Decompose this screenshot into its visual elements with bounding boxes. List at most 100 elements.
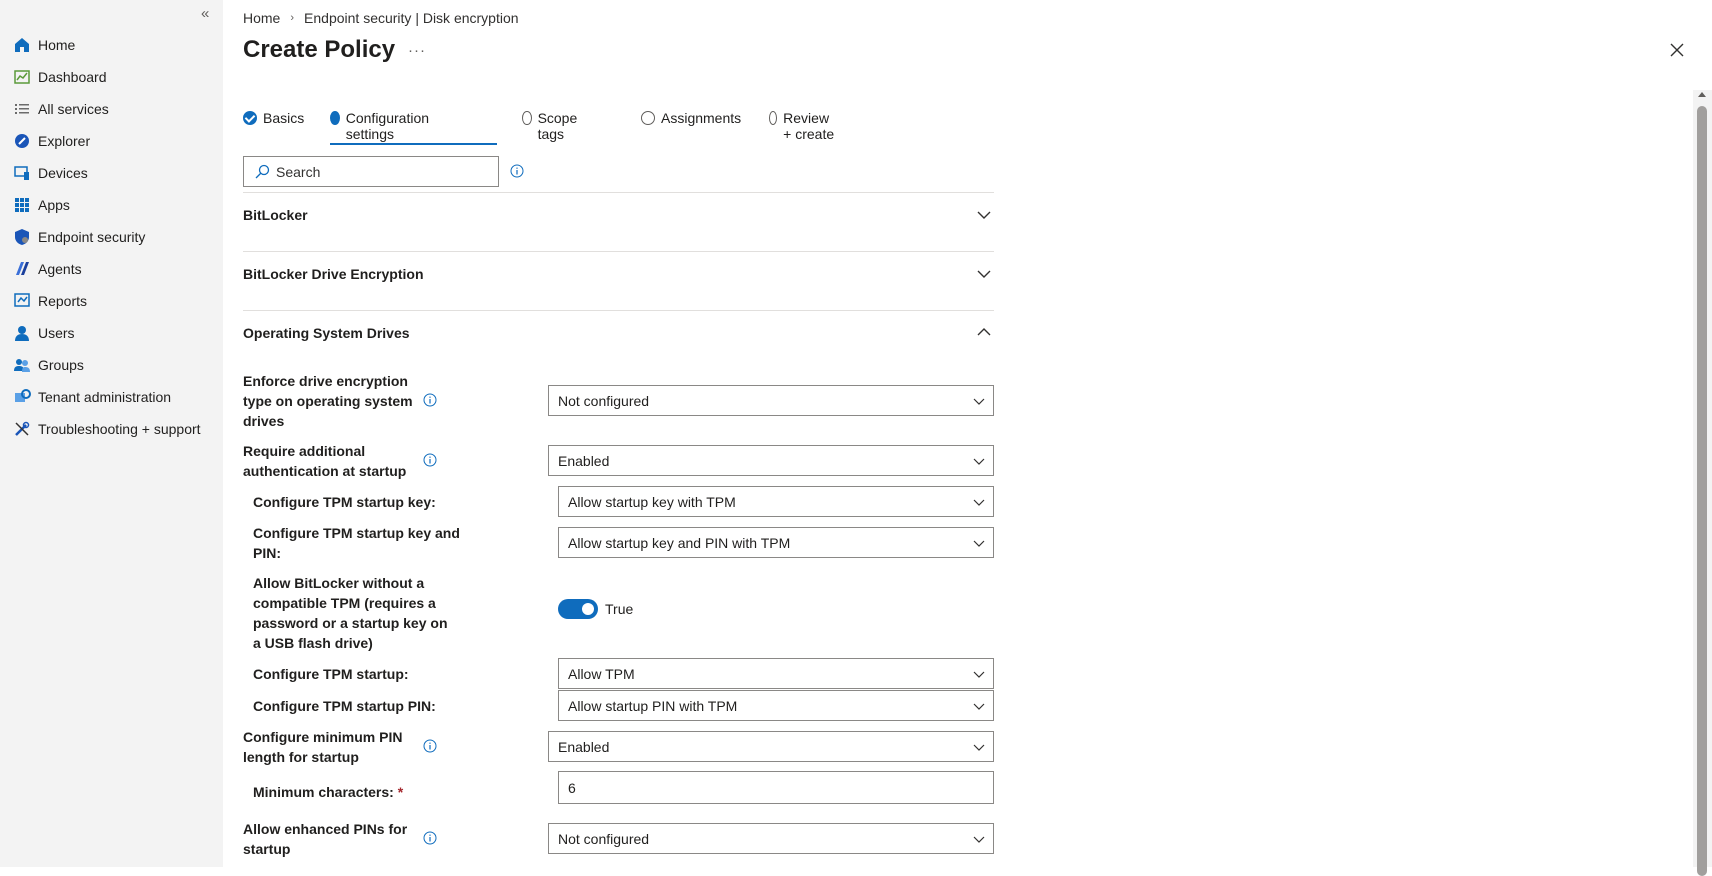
setting-label-enhanced-pins: Allow enhanced PINs for startup <box>243 821 408 857</box>
sidebar-item-groups[interactable]: Groups <box>0 349 223 381</box>
input-value: 6 <box>568 779 576 796</box>
tpm-startup-key-pin-dropdown[interactable]: Allow startup key and PIN with TPM <box>558 527 994 558</box>
info-icon[interactable] <box>423 739 437 753</box>
close-icon[interactable] <box>1667 40 1687 60</box>
sidebar-item-label: Reports <box>38 293 88 309</box>
main-content: Home › Endpoint security | Disk encrypti… <box>223 0 1693 867</box>
min-chars-input[interactable]: 6 <box>558 771 994 804</box>
tab-assignments[interactable]: Assignments <box>641 110 741 146</box>
sidebar-item-label: Tenant administration <box>38 389 172 405</box>
sidebar-item-label: Explorer <box>38 133 91 149</box>
page-title: Create Policy <box>243 36 396 63</box>
info-icon[interactable] <box>423 831 437 845</box>
tab-configuration-settings[interactable]: Configuration settings <box>330 110 433 146</box>
search-input[interactable]: Search <box>243 156 499 187</box>
dashboard-icon <box>13 68 31 86</box>
info-icon[interactable] <box>423 453 437 467</box>
reports-icon <box>13 292 31 310</box>
dropdown-value: Enabled <box>558 452 610 469</box>
dropdown-value: Allow TPM <box>568 665 635 682</box>
sidebar-item-troubleshooting[interactable]: Troubleshooting + support <box>0 413 223 445</box>
devices-icon <box>13 164 31 182</box>
tpm-startup-key-dropdown[interactable]: Allow startup key with TPM <box>558 486 994 517</box>
tab-scope-tags[interactable]: Scope tags <box>522 110 582 146</box>
toggle-state-label: True <box>605 601 634 617</box>
setting-label-tpm-startup: Configure TPM startup: <box>253 666 409 682</box>
chevron-down-icon[interactable] <box>976 266 992 282</box>
radio-empty-icon <box>522 111 532 125</box>
section-title: Operating System Drives <box>243 325 410 341</box>
sidebar-item-label: Home <box>38 37 76 53</box>
enforce-type-dropdown[interactable]: Not configured <box>548 385 994 416</box>
sidebar-item-dashboard[interactable]: Dashboard <box>0 61 223 93</box>
min-pin-length-dropdown[interactable]: Enabled <box>548 731 994 762</box>
groups-icon <box>13 356 31 374</box>
sidebar-item-label: Groups <box>38 357 84 373</box>
section-operating-system-drives[interactable]: Operating System Drives <box>243 310 994 351</box>
double-chevron-left-icon[interactable]: « <box>201 5 209 22</box>
setting-label-tpm-startup-pin: Configure TPM startup PIN: <box>253 698 436 714</box>
chevron-right-icon: › <box>290 12 295 24</box>
dropdown-value: Not configured <box>558 392 650 409</box>
sidebar-item-apps[interactable]: Apps <box>0 189 223 221</box>
setting-label-enforce-type: Enforce drive encryption type on operati… <box>243 373 413 429</box>
sidebar-item-all-services[interactable]: All services <box>0 93 223 125</box>
setting-label-min-pin-length: Configure minimum PIN length for startup <box>243 729 403 765</box>
scrollbar-thumb[interactable] <box>1697 106 1707 876</box>
active-tab-indicator <box>330 143 497 145</box>
section-bitlocker[interactable]: BitLocker <box>243 192 994 252</box>
sidebar-item-reports[interactable]: Reports <box>0 285 223 317</box>
shield-icon <box>13 228 31 246</box>
active-step-icon <box>330 111 340 125</box>
sidebar-item-label: All services <box>38 101 109 117</box>
info-icon[interactable] <box>423 393 437 407</box>
wrench-icon <box>13 420 31 438</box>
apps-grid-icon <box>13 196 31 214</box>
chevron-down-icon <box>973 499 985 506</box>
scroll-up-arrow-icon[interactable] <box>1698 92 1706 97</box>
section-bitlocker-drive-encryption[interactable]: BitLocker Drive Encryption <box>243 251 994 311</box>
allow-without-tpm-toggle[interactable] <box>558 599 598 619</box>
sidebar-nav: Home Dashboard All services Explorer Dev… <box>0 29 223 445</box>
agents-icon <box>13 260 31 278</box>
sidebar-item-agents[interactable]: Agents <box>0 253 223 285</box>
dropdown-value: Enabled <box>558 738 610 755</box>
sidebar-item-tenant-administration[interactable]: Tenant administration <box>0 381 223 413</box>
sidebar-item-home[interactable]: Home <box>0 29 223 61</box>
enhanced-pins-dropdown[interactable]: Not configured <box>548 823 994 854</box>
setting-label-min-chars: Minimum characters: * <box>253 782 473 802</box>
chevron-down-icon <box>973 671 985 678</box>
breadcrumb-current[interactable]: Endpoint security | Disk encryption <box>304 10 519 26</box>
radio-empty-icon <box>641 111 655 125</box>
sidebar-item-users[interactable]: Users <box>0 317 223 349</box>
vertical-scrollbar[interactable] <box>1693 90 1712 876</box>
chevron-up-icon[interactable] <box>976 324 992 340</box>
chevron-down-icon <box>973 703 985 710</box>
section-title: BitLocker <box>243 207 308 223</box>
tpm-startup-dropdown[interactable]: Allow TPM <box>558 658 994 689</box>
setting-label-tpm-startup-key-pin: Configure TPM startup key and PIN: <box>253 525 460 561</box>
setting-label-require-auth: Require additional authentication at sta… <box>243 443 407 479</box>
more-options-icon[interactable]: ··· <box>408 42 426 59</box>
section-title: BitLocker Drive Encryption <box>243 266 424 282</box>
user-icon <box>13 324 31 342</box>
tab-review-create[interactable]: Review + create <box>769 110 835 146</box>
sidebar-item-label: Devices <box>38 165 88 181</box>
breadcrumb-home[interactable]: Home <box>243 10 280 26</box>
tpm-startup-pin-dropdown[interactable]: Allow startup PIN with TPM <box>558 690 994 721</box>
checkmark-circle-icon <box>243 111 257 125</box>
explorer-icon <box>13 132 31 150</box>
info-icon[interactable] <box>510 164 524 178</box>
dropdown-value: Not configured <box>558 830 650 847</box>
sidebar-item-endpoint-security[interactable]: Endpoint security <box>0 221 223 253</box>
tab-label: Basics <box>263 110 305 126</box>
chevron-down-icon[interactable] <box>976 207 992 223</box>
tab-basics[interactable]: Basics <box>243 110 304 146</box>
breadcrumb: Home › Endpoint security | Disk encrypti… <box>243 10 519 26</box>
tab-label: Scope tags <box>537 110 578 142</box>
tab-label: Review + create <box>783 110 835 142</box>
sidebar-item-devices[interactable]: Devices <box>0 157 223 189</box>
sidebar-item-explorer[interactable]: Explorer <box>0 125 223 157</box>
sidebar-item-label: Troubleshooting + support <box>38 421 201 437</box>
require-auth-dropdown[interactable]: Enabled <box>548 445 994 476</box>
